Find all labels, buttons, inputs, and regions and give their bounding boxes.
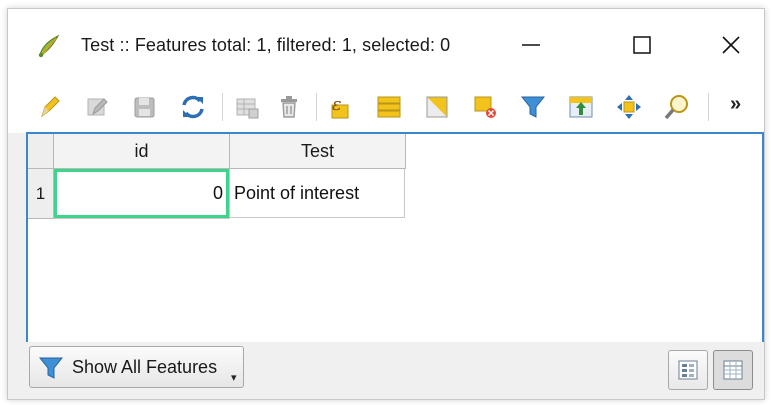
multi-edit-button[interactable] [82, 92, 112, 122]
multi-edit-icon [87, 98, 108, 116]
add-feature-icon [236, 98, 259, 119]
invert-selection-button[interactable] [422, 92, 452, 122]
cell-value-id: 0 [212, 183, 223, 203]
maximize-icon [633, 36, 651, 54]
close-icon [722, 36, 740, 54]
pan-to-selected-button[interactable] [614, 92, 644, 122]
add-feature-button[interactable] [232, 92, 262, 122]
bottom-bar: Show All Features ▾ [8, 342, 764, 398]
attribute-table-window: Test :: Features total: 1, filtered: 1, … [7, 8, 765, 400]
zoom-to-selected-icon [664, 95, 688, 120]
move-selection-to-top-button[interactable] [566, 92, 596, 122]
filter-icon [38, 357, 64, 379]
window-title: Test :: Features total: 1, filtered: 1, … [81, 35, 451, 55]
delete-feature-button[interactable] [274, 92, 304, 122]
toggle-editing-pencil-icon [41, 96, 60, 118]
show-all-features-button[interactable]: Show All Features ▾ [29, 346, 244, 388]
qgis-attribute-table-icon [36, 33, 62, 59]
close-button[interactable] [708, 27, 754, 63]
form-view-icon [678, 360, 698, 380]
table-view-button[interactable] [713, 350, 753, 390]
toolbar-overflow-button[interactable]: » [730, 93, 741, 116]
toolbar: ε » [8, 81, 764, 133]
toolbar-separator [222, 93, 223, 121]
column-header-id[interactable]: id [54, 134, 230, 169]
column-header-test[interactable]: Test [230, 134, 406, 169]
table-corner-button[interactable] [28, 134, 54, 169]
table-cell-test[interactable]: Point of interest [230, 169, 405, 218]
select-all-button[interactable] [374, 92, 404, 122]
delete-feature-icon [281, 96, 297, 118]
select-by-expression-button[interactable]: ε [326, 92, 356, 122]
show-all-features-label: Show All Features [72, 357, 218, 377]
table-cell-id[interactable]: 0 [54, 169, 230, 219]
pan-to-selected-icon [617, 95, 641, 119]
attribute-table: id Test 1 0 Point of interest [26, 132, 764, 344]
zoom-to-selected-button[interactable] [662, 92, 692, 122]
form-view-button[interactable] [668, 350, 708, 390]
invert-selection-icon [426, 96, 448, 118]
svg-text:ε: ε [332, 94, 342, 115]
focused-cell-outline [54, 169, 229, 218]
filter-select-icon [520, 96, 546, 118]
title-bar: Test :: Features total: 1, filtered: 1, … [8, 9, 764, 81]
row-header[interactable]: 1 [28, 169, 54, 219]
minimize-icon [522, 44, 540, 46]
maximize-button[interactable] [619, 27, 665, 63]
deselect-all-button[interactable] [470, 92, 500, 122]
filter-select-button[interactable] [518, 92, 548, 122]
select-by-expression-icon: ε [331, 94, 349, 119]
reload-icon [182, 95, 204, 119]
save-edits-icon [134, 97, 155, 118]
minimize-button[interactable] [508, 27, 554, 63]
table-view-icon [723, 360, 743, 380]
select-all-icon [377, 96, 401, 118]
deselect-all-icon [474, 96, 496, 118]
reload-button[interactable] [178, 92, 208, 122]
move-selection-to-top-icon [569, 96, 593, 118]
chevron-down-icon: ▾ [231, 372, 237, 384]
toggle-editing-button[interactable] [34, 92, 64, 122]
save-edits-button[interactable] [130, 92, 160, 122]
toolbar-separator [708, 93, 709, 121]
toolbar-separator [316, 93, 317, 121]
